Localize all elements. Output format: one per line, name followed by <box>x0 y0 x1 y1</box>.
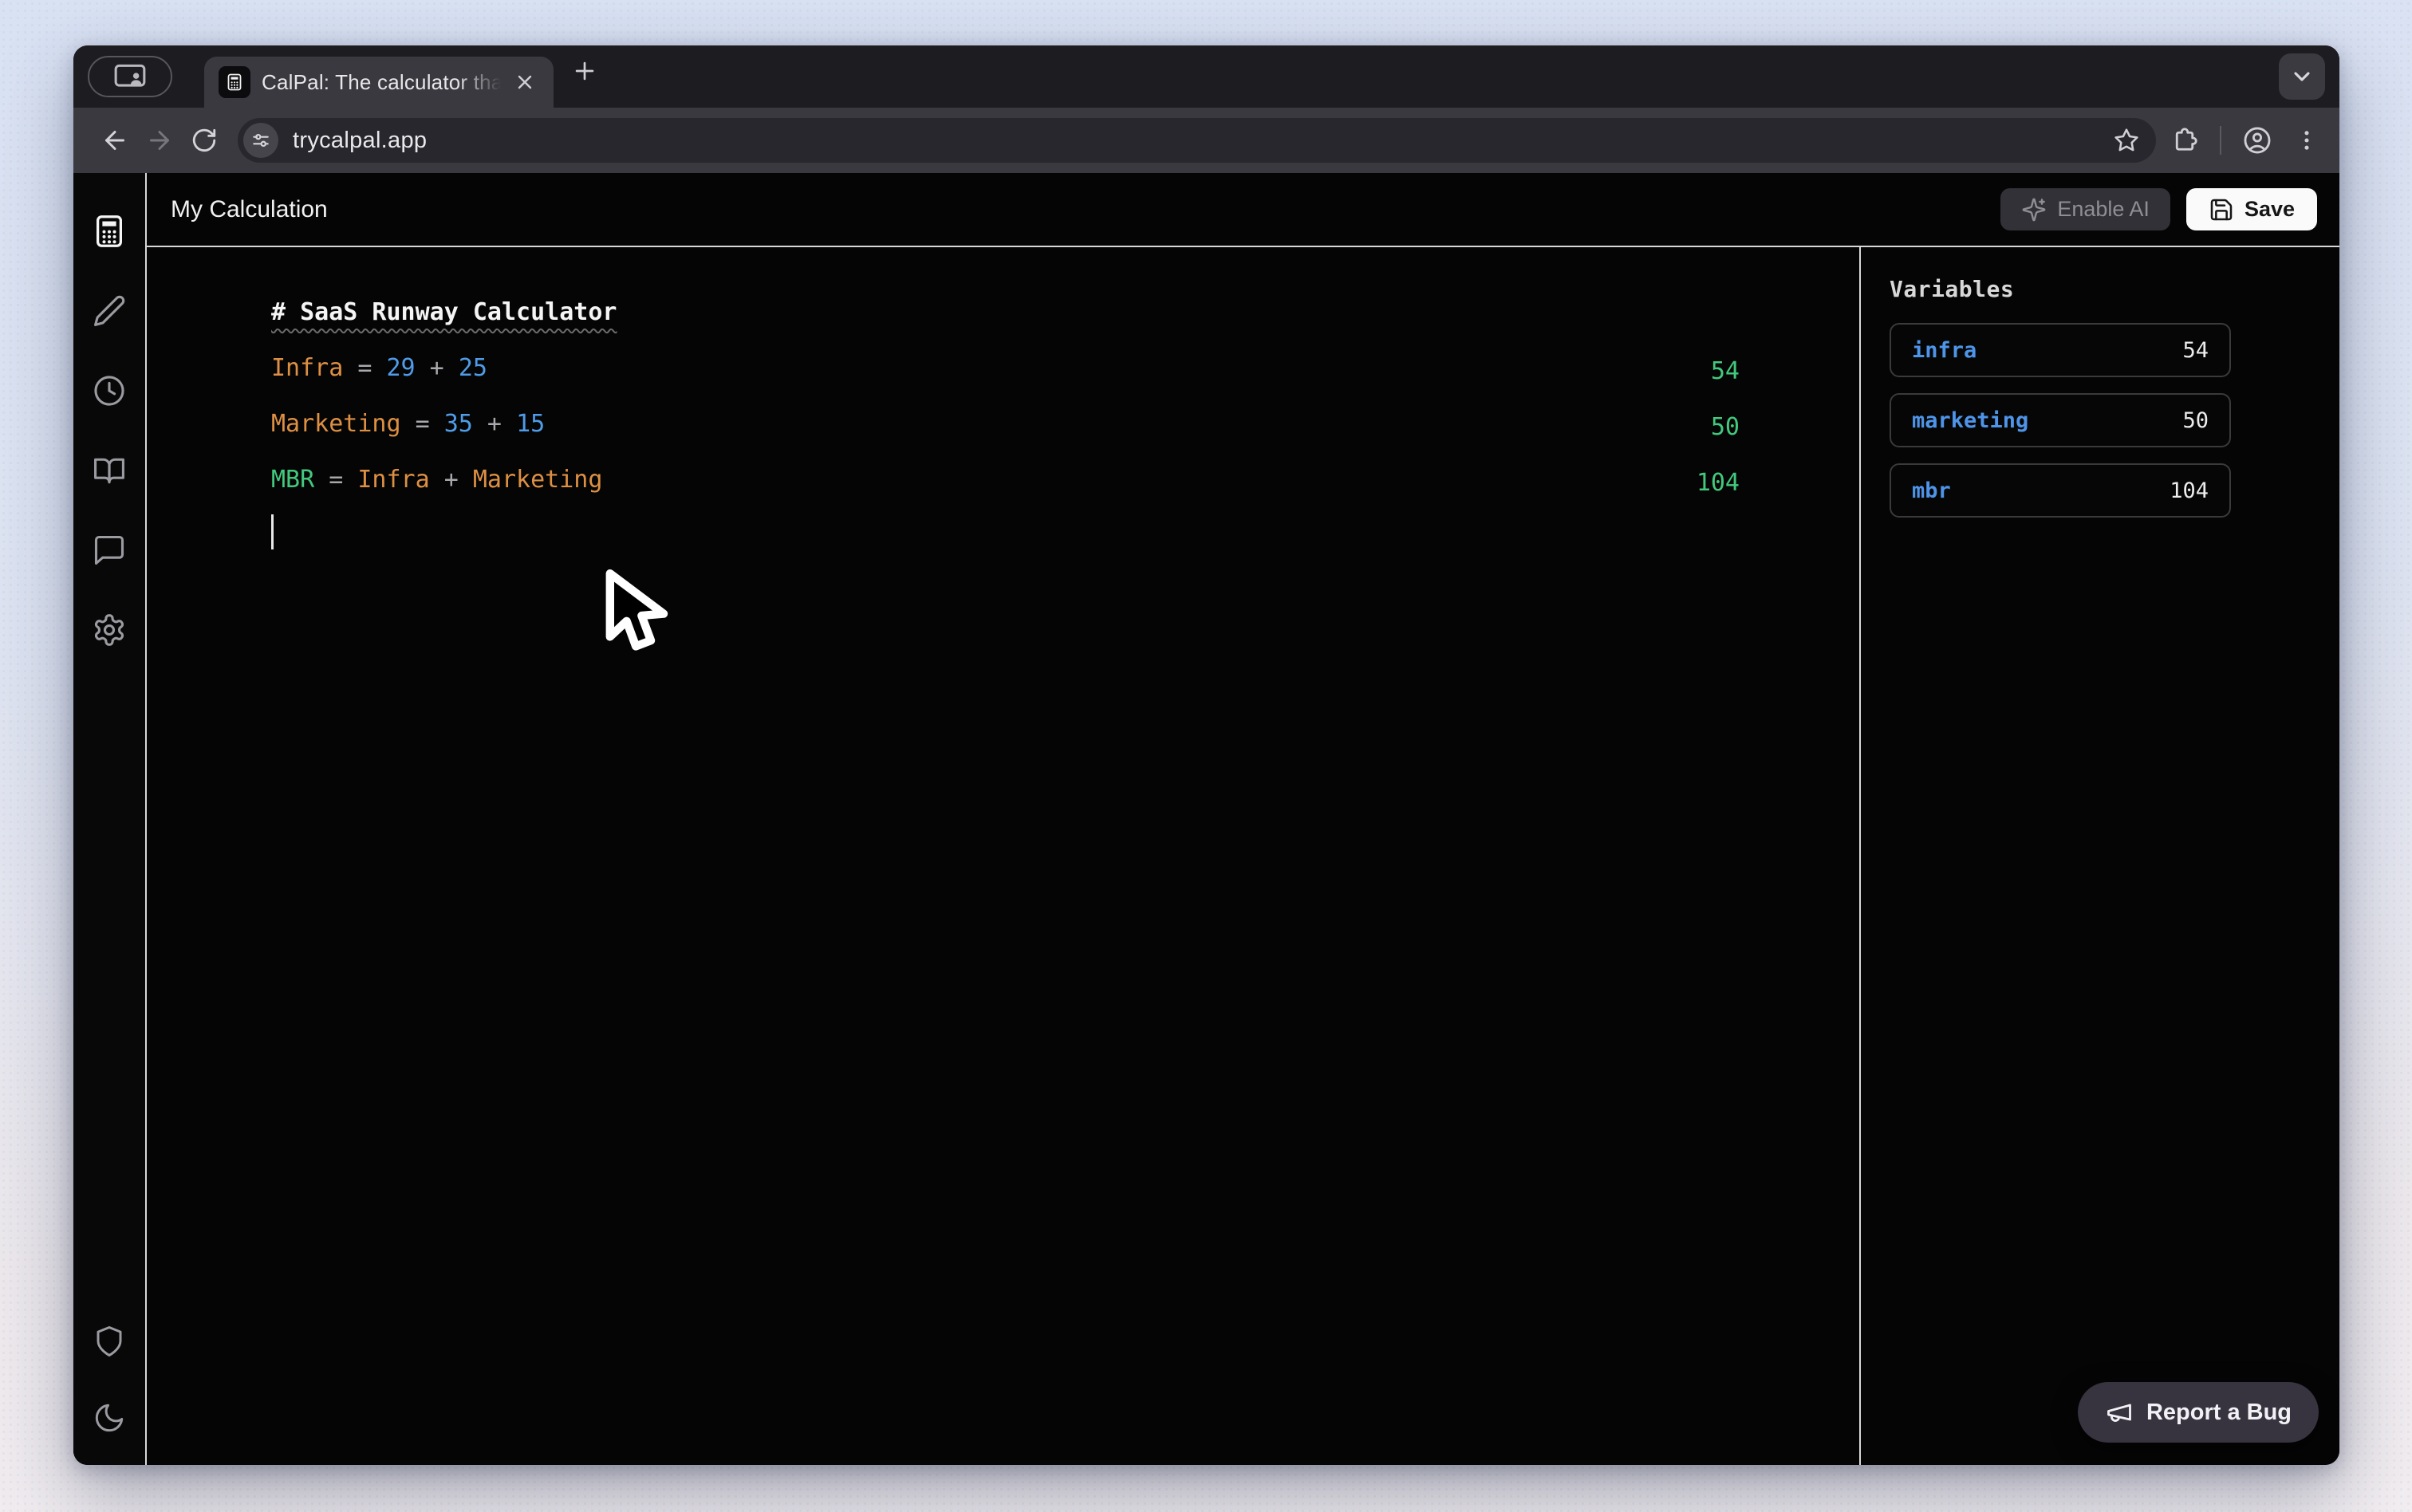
profile-icon[interactable] <box>2242 125 2272 156</box>
extensions-puzzle-icon[interactable] <box>2170 126 2199 155</box>
profile-chip-button[interactable] <box>88 56 172 97</box>
editor-line[interactable]: Infra = 29 + 2554 <box>271 340 1740 396</box>
variable-value: 104 <box>2170 478 2209 503</box>
enable-ai-button[interactable]: Enable AI <box>2000 188 2170 230</box>
save-button[interactable]: Save <box>2186 188 2317 230</box>
browser-toolbar: trycalpal.app <box>73 108 2339 173</box>
megaphone-icon <box>2105 1398 2134 1427</box>
editor-code: # SaaS Runway Calculator <box>271 298 1740 326</box>
variable-card[interactable]: marketing 50 <box>1890 393 2231 447</box>
variables-title: Variables <box>1890 276 2339 302</box>
editor-code: Marketing = 35 + 15 <box>271 410 1711 438</box>
editor-code <box>271 514 1740 556</box>
url-bar[interactable]: trycalpal.app <box>238 118 2156 163</box>
enable-ai-label: Enable AI <box>2057 197 2150 222</box>
variable-card[interactable]: infra 54 <box>1890 323 2231 377</box>
new-tab-button[interactable] <box>571 57 598 85</box>
calculator-favicon-icon <box>219 66 250 98</box>
app-root: My Calculation Enable AI <box>73 173 2339 1465</box>
variable-name: mbr <box>1912 478 1951 503</box>
token-num: 15 <box>516 410 545 438</box>
tab-strip: CalPal: The calculator that sp <box>73 45 2339 108</box>
bookmark-star-icon[interactable] <box>2113 127 2140 154</box>
sidebar-item-docs-book[interactable] <box>86 447 132 494</box>
variable-name: infra <box>1912 338 1977 363</box>
sidebar-item-settings-gear[interactable] <box>86 607 132 653</box>
editor-line[interactable]: MBR = Infra + Marketing104 <box>271 451 1740 507</box>
toolbar-divider <box>2220 126 2221 155</box>
token-name: Infra <box>271 354 343 382</box>
sidebar-item-dark-mode-moon[interactable] <box>86 1395 132 1441</box>
editor-code: Infra = 29 + 25 <box>271 354 1711 382</box>
back-button[interactable] <box>93 118 137 163</box>
line-result: 104 <box>1697 462 1740 497</box>
token-op: + <box>416 354 459 382</box>
sparkles-icon <box>2021 197 2047 222</box>
token-op: + <box>473 410 516 438</box>
editor-code: MBR = Infra + Marketing <box>271 466 1697 494</box>
token-name: Marketing <box>271 410 401 438</box>
token-name: Infra <box>357 466 429 494</box>
forward-button[interactable] <box>137 118 182 163</box>
browser-window: CalPal: The calculator that sp <box>73 45 2339 1465</box>
text-caret <box>271 514 274 549</box>
mouse-cursor-pointer <box>590 565 673 670</box>
app-header: My Calculation Enable AI <box>147 173 2339 247</box>
variable-value: 54 <box>2182 338 2209 363</box>
token-op: = <box>401 410 444 438</box>
app-sidebar <box>73 173 147 1465</box>
variable-name: marketing <box>1912 408 2028 433</box>
page-title: My Calculation <box>171 196 328 223</box>
line-result: 50 <box>1711 406 1740 441</box>
calculation-editor[interactable]: # SaaS Runway CalculatorInfra = 29 + 255… <box>147 247 1861 1465</box>
report-bug-label: Report a Bug <box>2146 1400 2292 1426</box>
token-def: MBR <box>271 466 314 494</box>
save-floppy-icon <box>2209 197 2234 222</box>
screen-user-icon <box>113 63 147 90</box>
token-op: = <box>343 354 386 382</box>
token-name: Marketing <box>473 466 603 494</box>
tab-title-fade <box>456 70 501 95</box>
editor-line[interactable]: # SaaS Runway Calculator <box>271 284 1740 340</box>
sidebar-item-privacy-shield[interactable] <box>86 1318 132 1364</box>
browser-tab-active[interactable]: CalPal: The calculator that sp <box>204 57 554 108</box>
url-text[interactable]: trycalpal.app <box>293 128 2099 154</box>
variable-value: 50 <box>2182 408 2209 433</box>
kebab-menu-icon[interactable] <box>2293 127 2320 154</box>
variables-panel: Variables infra 54 marketing 50 mbr 104 Repor… <box>1861 247 2339 1465</box>
token-op: + <box>430 466 473 494</box>
save-label: Save <box>2244 197 2295 222</box>
sidebar-item-feedback-chat[interactable] <box>86 527 132 573</box>
token-num: 35 <box>444 410 473 438</box>
editor-line[interactable] <box>271 507 1740 563</box>
token-num: 25 <box>459 354 487 382</box>
token-num: 29 <box>387 354 416 382</box>
line-result: 54 <box>1711 350 1740 385</box>
sidebar-item-edit-pencil[interactable] <box>86 288 132 334</box>
sidebar-item-history-clock[interactable] <box>86 368 132 414</box>
reload-button[interactable] <box>182 118 227 163</box>
variable-card[interactable]: mbr 104 <box>1890 463 2231 518</box>
token-comment: # SaaS Runway Calculator <box>271 298 617 326</box>
editor-line[interactable]: Marketing = 35 + 1550 <box>271 396 1740 451</box>
tab-list-button[interactable] <box>2279 53 2325 100</box>
report-bug-button[interactable]: Report a Bug <box>2078 1382 2319 1443</box>
sidebar-item-calculator[interactable] <box>86 208 132 254</box>
site-settings-tune-icon[interactable] <box>243 123 278 158</box>
tab-close-icon[interactable] <box>514 71 536 93</box>
token-op: = <box>314 466 357 494</box>
